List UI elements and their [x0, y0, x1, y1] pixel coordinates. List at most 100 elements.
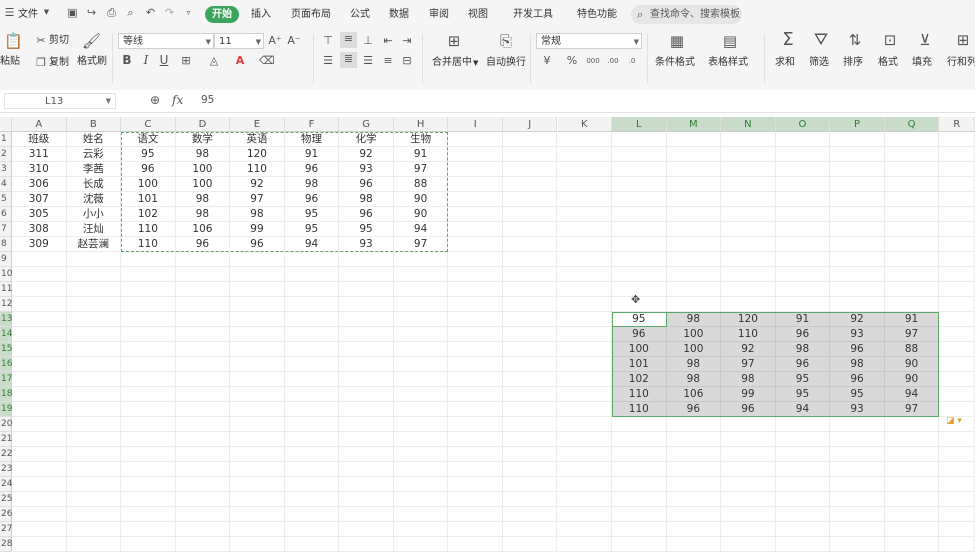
row-header-15[interactable]: 15 — [0, 342, 12, 357]
cell[interactable] — [339, 282, 394, 297]
cell[interactable] — [557, 237, 613, 252]
cell[interactable] — [612, 507, 667, 522]
cell[interactable] — [830, 507, 885, 522]
cell[interactable] — [12, 432, 67, 447]
cell[interactable] — [775, 237, 831, 252]
cell[interactable] — [175, 342, 231, 357]
cell[interactable] — [666, 492, 722, 507]
cell[interactable] — [12, 297, 67, 312]
cell[interactable] — [66, 357, 122, 372]
cell[interactable] — [939, 282, 975, 297]
cell[interactable] — [175, 297, 231, 312]
cell[interactable] — [448, 312, 503, 327]
cell[interactable] — [502, 417, 558, 432]
distributed-align-icon[interactable]: ⊟ — [400, 54, 414, 67]
cell[interactable] — [121, 402, 176, 417]
data-cell[interactable]: 97 — [393, 237, 449, 252]
cell[interactable] — [557, 192, 613, 207]
pasted-cell[interactable]: 106 — [666, 387, 722, 402]
cell[interactable] — [12, 507, 67, 522]
currency-button[interactable]: ¥ — [540, 54, 554, 67]
cell[interactable] — [612, 252, 667, 267]
table-style-button[interactable]: 表格样式 — [708, 57, 748, 69]
cell[interactable] — [939, 432, 975, 447]
cell[interactable] — [12, 387, 67, 402]
cell[interactable] — [830, 237, 885, 252]
conditional-format-button[interactable]: 条件格式 — [655, 57, 695, 69]
cell[interactable] — [393, 537, 449, 552]
cell[interactable] — [393, 477, 449, 492]
underline-button[interactable]: U — [157, 54, 171, 67]
column-header-g[interactable]: G — [339, 117, 394, 132]
cell[interactable] — [612, 522, 667, 537]
cell[interactable] — [830, 147, 885, 162]
tab-formulas[interactable]: 公式 — [350, 6, 370, 23]
cell[interactable] — [502, 192, 558, 207]
cell[interactable] — [502, 177, 558, 192]
font-color-button[interactable]: A — [233, 54, 247, 67]
cell[interactable] — [393, 357, 449, 372]
data-cell[interactable]: 云彩 — [66, 147, 122, 162]
cell[interactable] — [557, 297, 613, 312]
increase-font-size-icon[interactable]: A⁺ — [268, 34, 282, 47]
auto-wrap-button[interactable]: 自动换行 — [486, 57, 526, 69]
cell[interactable] — [557, 147, 613, 162]
cell[interactable] — [175, 402, 231, 417]
cell[interactable] — [502, 477, 558, 492]
copy-button[interactable]: 复制 — [49, 57, 69, 69]
cell[interactable] — [12, 462, 67, 477]
cell[interactable] — [775, 282, 831, 297]
cell[interactable] — [393, 342, 449, 357]
pasted-cell[interactable]: 90 — [884, 357, 940, 372]
pasted-cell[interactable]: 93 — [830, 402, 885, 417]
row-header-24[interactable]: 24 — [0, 477, 12, 492]
cell[interactable] — [721, 222, 776, 237]
cell[interactable] — [448, 387, 503, 402]
cell[interactable] — [121, 417, 176, 432]
cell[interactable] — [502, 522, 558, 537]
column-header-b[interactable]: B — [66, 117, 122, 132]
column-header-o[interactable]: O — [775, 117, 831, 132]
cell[interactable] — [12, 342, 67, 357]
cell[interactable] — [612, 162, 667, 177]
row-header-2[interactable]: 2 — [0, 147, 12, 162]
row-header-22[interactable]: 22 — [0, 447, 12, 462]
cell[interactable] — [230, 522, 285, 537]
paste-options-icon[interactable]: ◪ ▾ — [946, 416, 962, 426]
cell[interactable] — [884, 252, 940, 267]
cell[interactable] — [121, 252, 176, 267]
row-header-18[interactable]: 18 — [0, 387, 12, 402]
data-cell[interactable]: 91 — [284, 147, 340, 162]
pasted-cell[interactable]: 98 — [666, 372, 722, 387]
cell[interactable] — [230, 252, 285, 267]
cell[interactable] — [721, 237, 776, 252]
format-painter-button[interactable]: 格式刷 — [77, 56, 107, 68]
cell[interactable] — [66, 312, 122, 327]
cell[interactable] — [939, 492, 975, 507]
data-cell[interactable]: 92 — [230, 177, 285, 192]
cell[interactable] — [721, 492, 776, 507]
cell[interactable] — [175, 492, 231, 507]
pasted-cell[interactable]: 100 — [666, 342, 722, 357]
cell[interactable] — [284, 342, 340, 357]
cell[interactable] — [721, 192, 776, 207]
cell[interactable] — [721, 522, 776, 537]
cell[interactable] — [66, 507, 122, 522]
cell[interactable] — [175, 537, 231, 552]
cell[interactable] — [939, 267, 975, 282]
data-cell[interactable]: 309 — [12, 237, 67, 252]
filter-button[interactable]: 筛选 — [809, 57, 829, 69]
data-cell[interactable]: 96 — [339, 207, 394, 222]
row-header-5[interactable]: 5 — [0, 192, 12, 207]
cell[interactable] — [175, 282, 231, 297]
cell[interactable] — [939, 147, 975, 162]
column-header-h[interactable]: H — [393, 117, 449, 132]
cell[interactable] — [284, 387, 340, 402]
data-cell[interactable]: 106 — [175, 222, 231, 237]
header-cell[interactable]: 语文 — [121, 132, 176, 147]
cell[interactable] — [230, 357, 285, 372]
table-style-icon[interactable]: ▤ — [720, 33, 740, 49]
data-cell[interactable]: 100 — [121, 177, 176, 192]
cell[interactable] — [121, 477, 176, 492]
tab-view[interactable]: 视图 — [468, 6, 488, 23]
